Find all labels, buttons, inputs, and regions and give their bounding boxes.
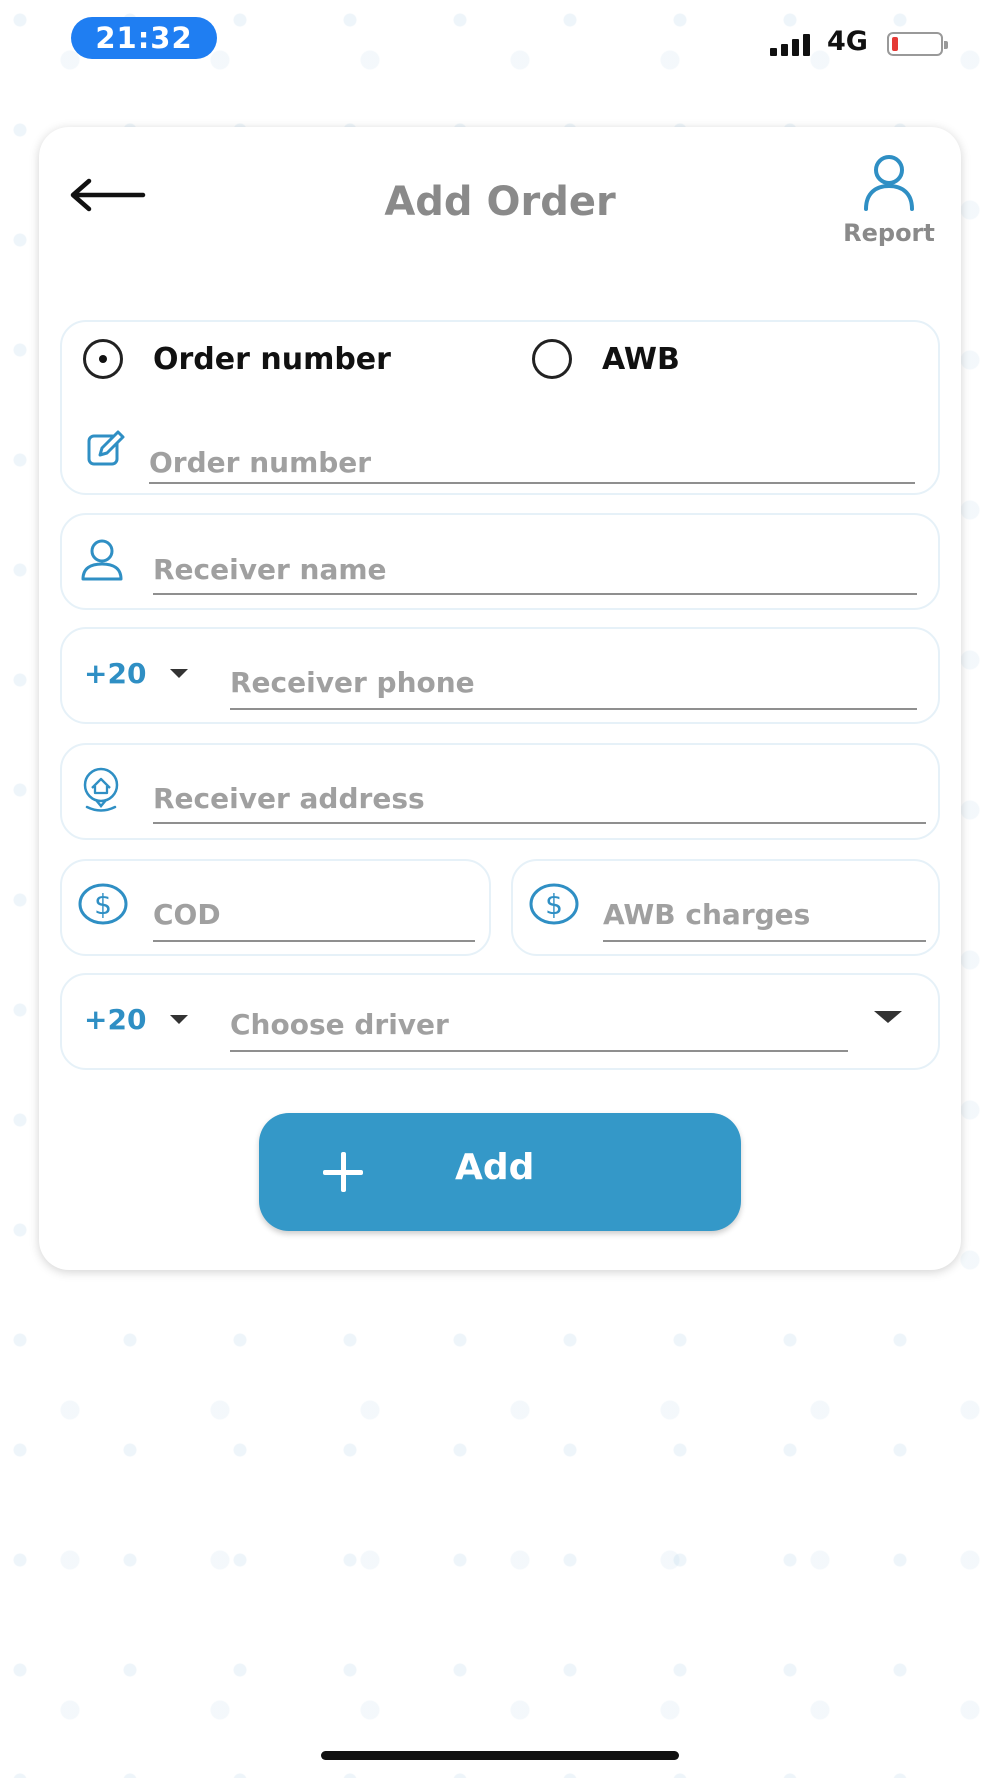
report-button[interactable]: Report: [829, 153, 949, 253]
battery-icon: [887, 32, 948, 56]
plus-icon: [323, 1152, 363, 1192]
receiver-phone-field: +20 Receiver phone: [60, 627, 940, 724]
network-label: 4G: [827, 26, 868, 57]
chevron-down-icon: [170, 669, 189, 678]
dollar-icon: $: [529, 883, 579, 925]
radio-order-number-indicator[interactable]: [83, 339, 123, 379]
radio-order-number[interactable]: Order number: [83, 339, 391, 379]
phone-country-code: +20: [84, 657, 147, 690]
cod-field: $ COD: [60, 859, 491, 956]
report-label: Report: [843, 219, 935, 247]
chevron-down-icon[interactable]: [874, 1011, 902, 1023]
receiver-name-field: Receiver name: [60, 513, 940, 610]
receiver-address-field: Receiver address: [60, 743, 940, 840]
receiver-address-input[interactable]: Receiver address: [153, 782, 926, 824]
location-pin-icon: [83, 767, 119, 812]
home-indicator: [321, 1751, 679, 1760]
driver-country-code-select[interactable]: +20: [84, 1003, 189, 1036]
add-button-label: Add: [455, 1147, 535, 1188]
radio-awb[interactable]: AWB: [532, 339, 680, 379]
dollar-icon: $: [78, 883, 128, 925]
edit-icon: [87, 430, 125, 466]
driver-country-code: +20: [84, 1003, 147, 1036]
order-number-input[interactable]: Order number: [149, 446, 915, 484]
radio-awb-indicator[interactable]: [532, 339, 572, 379]
awb-charges-field: $ AWB charges: [511, 859, 940, 956]
svg-text:$: $: [545, 888, 563, 921]
radio-awb-label: AWB: [602, 341, 680, 377]
svg-text:$: $: [94, 888, 112, 921]
add-order-button[interactable]: Add: [259, 1113, 741, 1231]
radio-order-number-label: Order number: [153, 341, 391, 377]
page-title: Add Order: [384, 179, 616, 225]
status-bar: 21:32 4G: [0, 0, 1000, 80]
person-icon: [864, 155, 914, 211]
battery-level: [892, 37, 898, 51]
driver-field: +20 Choose driver: [60, 973, 940, 1070]
awb-charges-input[interactable]: AWB charges: [603, 898, 926, 942]
phone-country-code-select[interactable]: +20: [84, 657, 189, 690]
choose-driver-select[interactable]: Choose driver: [230, 1008, 848, 1052]
receiver-phone-input[interactable]: Receiver phone: [230, 666, 917, 710]
chevron-down-icon: [170, 1015, 189, 1024]
status-time: 21:32: [71, 17, 217, 59]
add-order-card: Add Order Report Order number AWB Order …: [39, 127, 961, 1270]
receiver-name-input[interactable]: Receiver name: [153, 553, 917, 595]
user-icon: [81, 539, 123, 581]
signal-icon: [770, 32, 816, 56]
lookup-section: Order number AWB Order number: [60, 320, 940, 495]
cod-input[interactable]: COD: [153, 898, 475, 942]
